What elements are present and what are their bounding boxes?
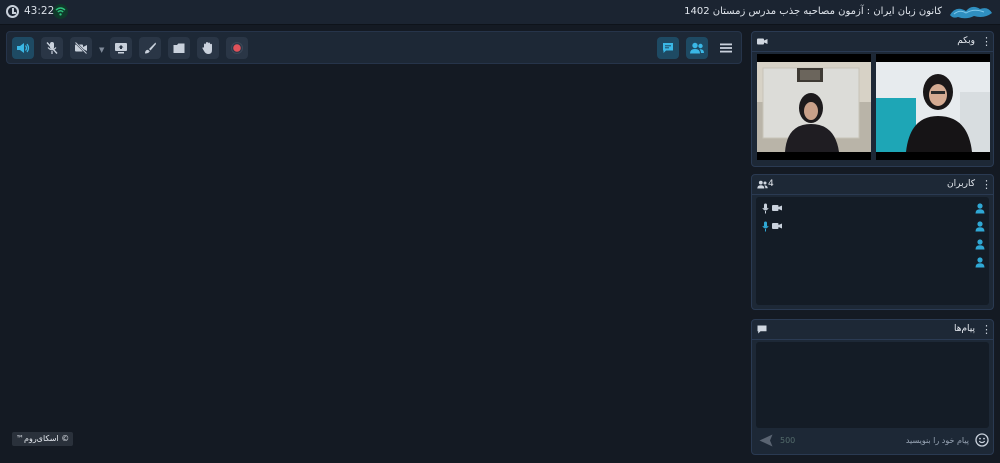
users-icon: [690, 42, 704, 54]
user-icon: [975, 257, 985, 268]
speaker-icon: [17, 43, 30, 53]
user-row[interactable]: [756, 255, 989, 272]
messages-panel-menu-icon[interactable]: ⋮: [981, 323, 992, 336]
webcam-panel-header: وبکم ⋮: [752, 32, 993, 52]
message-placeholder: پیام خود را بنویسید: [905, 436, 969, 445]
record-button[interactable]: [226, 37, 248, 59]
chat-icon: [757, 325, 767, 334]
user-row[interactable]: [756, 237, 989, 254]
webcam-panel-title: وبکم: [957, 36, 975, 46]
user-row[interactable]: [756, 201, 989, 218]
messages-panel: پیام‌ها ⋮ 500 پیام خود را بنویسید: [751, 319, 994, 455]
messages-list: [756, 342, 989, 428]
users-list: [756, 197, 989, 305]
screen-share-button[interactable]: [110, 37, 132, 59]
user-icon: [975, 203, 985, 214]
speaker-button[interactable]: [12, 37, 34, 59]
screen-share-icon: [115, 43, 127, 54]
camera-off-icon: [74, 41, 88, 55]
participant-video-feed: [876, 62, 990, 152]
files-button[interactable]: [168, 37, 190, 59]
users-panel-title: کاربران: [947, 179, 975, 189]
camera-options-chevron-icon[interactable]: ▼: [99, 46, 104, 54]
mic-active-icon[interactable]: [762, 221, 769, 232]
toolbar: ▼: [6, 31, 742, 64]
emoji-icon[interactable]: [975, 433, 989, 447]
microphone-button[interactable]: [41, 37, 63, 59]
user-icon: [975, 239, 985, 250]
message-input[interactable]: 500 پیام خود را بنویسید: [756, 431, 971, 451]
status-bar: 43:22 کانون زبان ایران : آزمون مصاحبه جذ…: [0, 0, 1000, 25]
files-icon: [173, 43, 185, 53]
raise-hand-icon: [202, 42, 212, 54]
webcam-panel: وبکم ⋮: [751, 31, 994, 167]
user-row[interactable]: [756, 219, 989, 236]
users-panel-menu-icon[interactable]: ⋮: [981, 178, 992, 191]
users-icon: [757, 180, 768, 189]
mic-icon[interactable]: [762, 203, 769, 214]
webcam-panel-menu-icon[interactable]: ⋮: [981, 35, 992, 48]
camera-button[interactable]: [70, 37, 92, 59]
messages-panel-title: پیام‌ها: [953, 324, 975, 334]
messages-panel-header: پیام‌ها ⋮: [752, 320, 993, 340]
session-timer: 43:22: [24, 5, 55, 17]
send-icon[interactable]: [759, 434, 773, 447]
users-toggle-button[interactable]: [686, 37, 708, 59]
participant-video-feed: [757, 62, 871, 152]
menu-icon: [720, 43, 732, 53]
video-tile[interactable]: [876, 54, 990, 160]
char-limit-counter: 500: [780, 436, 796, 445]
video-tile[interactable]: [757, 54, 871, 160]
webcam-icon: [757, 38, 768, 45]
chat-icon: [663, 43, 673, 53]
users-panel: 4 کاربران ⋮: [751, 174, 994, 310]
record-icon: [231, 42, 243, 54]
session-title: کانون زبان ایران : آزمون مصاحبه جذب مدرس…: [684, 6, 942, 17]
whiteboard-button[interactable]: [139, 37, 161, 59]
user-icon: [975, 221, 985, 232]
main-menu-button[interactable]: [715, 37, 737, 59]
branding-badge[interactable]: © اسکای‌روم™: [12, 432, 74, 446]
camera-icon[interactable]: [772, 204, 782, 212]
camera-icon[interactable]: [772, 222, 782, 230]
users-count: 4: [768, 179, 774, 189]
chat-toggle-button[interactable]: [657, 37, 679, 59]
logo-icon: [950, 6, 992, 19]
mic-off-icon: [46, 42, 58, 54]
users-panel-header: 4 کاربران ⋮: [752, 175, 993, 195]
clock-icon: [6, 5, 19, 18]
raise-hand-button[interactable]: [197, 37, 219, 59]
brush-icon: [145, 42, 156, 54]
connection-signal-icon[interactable]: [53, 4, 68, 19]
main-stage: [6, 66, 742, 459]
